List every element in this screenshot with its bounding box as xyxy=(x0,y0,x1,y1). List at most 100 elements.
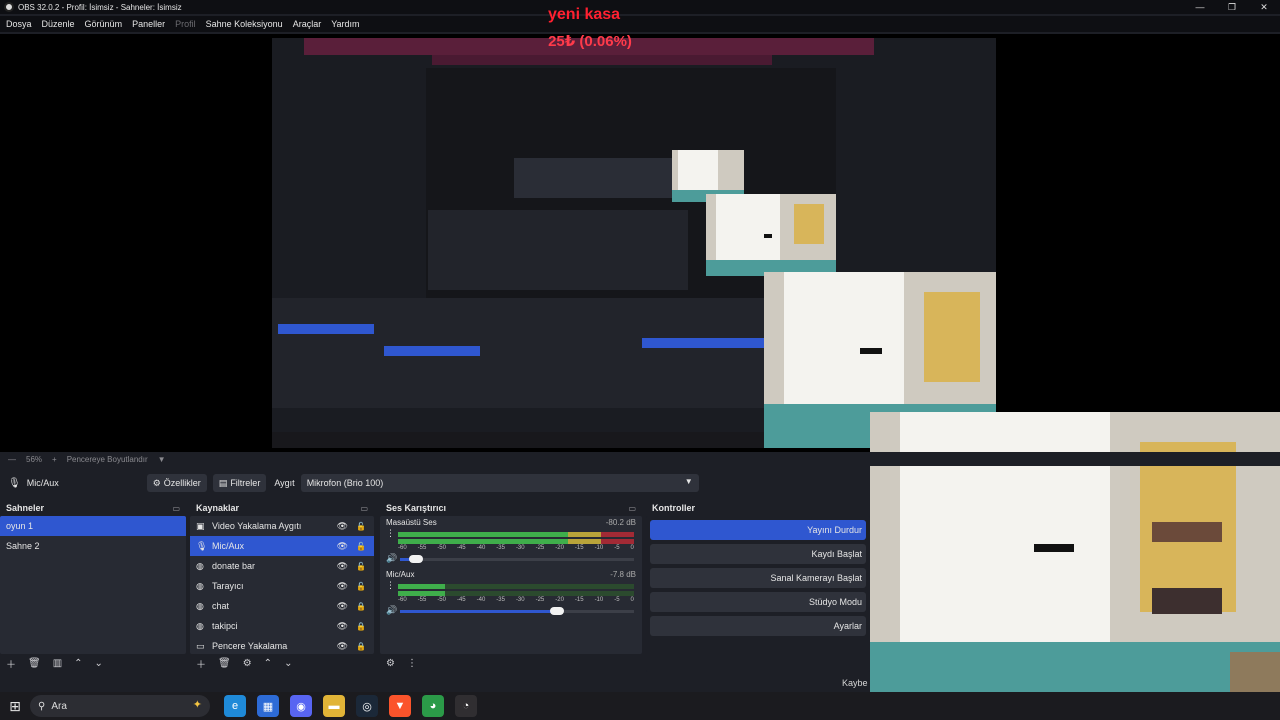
volume-knob[interactable] xyxy=(409,555,424,563)
unlock-icon[interactable]: 🔓 xyxy=(356,522,366,531)
speaker-icon[interactable]: 🔊 xyxy=(386,605,397,616)
settings-button[interactable]: Ayarlar xyxy=(650,616,866,636)
scene-item-oyun-1[interactable]: oyun 1 xyxy=(0,516,186,536)
menu-bar: Dosya Düzenle Görünüm Paneller Profil Sa… xyxy=(0,16,1280,32)
properties-button[interactable]: ⚙ Özellikler xyxy=(146,474,207,492)
menu-araclar[interactable]: Araçlar xyxy=(293,19,322,29)
source-item[interactable]: ◍ chat 👁 🔒 xyxy=(190,596,374,616)
eye-icon[interactable]: 👁 xyxy=(337,641,348,652)
overlay-amount: 25₺ (0.06%) xyxy=(548,33,632,50)
close-icon[interactable]: ✕ xyxy=(1248,0,1280,14)
arrow-up-icon[interactable]: ⌃ xyxy=(74,658,82,669)
menu-dosya[interactable]: Dosya xyxy=(6,19,32,29)
folder-icon[interactable]: ▬ xyxy=(323,695,345,717)
lock-icon[interactable]: 🔒 xyxy=(356,642,366,651)
volume-knob[interactable] xyxy=(549,607,564,615)
speaker-icon[interactable]: 🔊 xyxy=(386,553,397,564)
eye-icon[interactable]: 👁 xyxy=(337,581,348,592)
preview-canvas[interactable]: 25₺ (0.06%) xyxy=(0,33,1280,720)
unlock-icon[interactable]: 🔓 xyxy=(356,562,366,571)
gear-icon[interactable]: ⚙ xyxy=(243,658,252,669)
source-item[interactable]: ▣ Video Yakalama Aygıtı 👁 🔓 xyxy=(190,516,374,536)
scale-tick: -10 xyxy=(594,545,604,551)
dock-options-icon[interactable]: ▭ xyxy=(628,504,636,513)
discord-icon[interactable]: ◉ xyxy=(290,695,312,717)
search-icon: ⚲ xyxy=(38,700,46,712)
start-virtual-camera-button[interactable]: Sanal Kamerayı Başlat xyxy=(650,568,866,588)
studio-mode-button[interactable]: Stüdyo Modu xyxy=(650,592,866,612)
window-controls: — ❐ ✕ xyxy=(1184,0,1280,14)
scene-item-sahne-2[interactable]: Sahne 2 xyxy=(0,536,186,556)
menu-duzenle[interactable]: Düzenle xyxy=(42,19,75,29)
volume-slider[interactable] xyxy=(400,607,634,615)
sources-dock: Kaynaklar ▭ ▣ Video Yakalama Aygıtı 👁 🔓 🎙 Mic… xyxy=(190,500,374,672)
chevron-down-icon[interactable]: ▼ xyxy=(158,455,166,464)
more-options-icon[interactable]: ⋮ xyxy=(386,580,395,591)
arrow-down-icon[interactable]: ⌄ xyxy=(95,658,103,669)
level-meter xyxy=(398,532,634,537)
arrow-up-icon[interactable]: ⌃ xyxy=(264,658,272,669)
status-bar: Kaybe xyxy=(0,674,1280,692)
source-item[interactable]: ◍ Tarayıcı 👁 🔓 xyxy=(190,576,374,596)
unlock-icon[interactable]: 🔓 xyxy=(356,542,366,551)
edge-icon[interactable]: e xyxy=(224,695,246,717)
scale-tick: -25 xyxy=(535,597,545,603)
more-options-icon[interactable]: ⋮ xyxy=(407,658,417,669)
source-item[interactable]: ▭ Pencere Yakalama 👁 🔒 xyxy=(190,636,374,654)
dock-options-icon[interactable]: ▭ xyxy=(360,504,368,513)
eye-icon[interactable]: 👁 xyxy=(337,621,348,632)
source-item[interactable]: 🎙 Mic/Aux 👁 🔓 xyxy=(190,536,374,556)
channel-name: Mic/Aux xyxy=(386,570,415,579)
unlock-icon[interactable]: 🔓 xyxy=(356,582,366,591)
menu-paneller[interactable]: Paneller xyxy=(132,19,165,29)
store-icon[interactable]: ▦ xyxy=(257,695,279,717)
scenes-title: Sahneler xyxy=(6,503,45,513)
audio-mixer-dock: Ses Karıştırıcı ▭ Masaüstü Ses -80.2 dB ⋮… xyxy=(380,500,642,672)
eye-icon[interactable]: 👁 xyxy=(337,601,348,612)
filter-icon[interactable]: ▥ xyxy=(53,658,62,669)
advanced-audio-icon[interactable]: ⚙ xyxy=(386,658,395,669)
menu-yardim[interactable]: Yardım xyxy=(331,19,359,29)
windows-start-icon[interactable]: ⊞ xyxy=(0,698,30,715)
dock-options-icon[interactable]: ▭ xyxy=(172,504,180,513)
taskbar-search[interactable]: ⚲ Ara ✦ xyxy=(30,695,210,717)
trash-icon[interactable]: 🗑 xyxy=(218,658,231,669)
eye-icon[interactable]: 👁 xyxy=(337,521,348,532)
menu-sahne-koleksiyonu[interactable]: Sahne Koleksiyonu xyxy=(206,19,283,29)
source-item[interactable]: ◍ donate bar 👁 🔓 xyxy=(190,556,374,576)
add-icon[interactable]: ＋ xyxy=(6,656,16,671)
add-icon[interactable]: ＋ xyxy=(196,656,206,671)
start-recording-button[interactable]: Kaydı Başlat xyxy=(650,544,866,564)
steam-icon[interactable]: ◎ xyxy=(356,695,378,717)
trash-icon[interactable]: 🗑 xyxy=(28,658,41,669)
filters-button[interactable]: ▤ Filtreler xyxy=(212,474,267,492)
camera-icon: ▣ xyxy=(196,520,205,531)
channel-name: Masaüstü Ses xyxy=(386,518,437,527)
more-options-icon[interactable]: ⋮ xyxy=(386,528,395,539)
maximize-icon[interactable]: ❐ xyxy=(1216,0,1248,14)
zoom-level[interactable]: 56% xyxy=(26,455,42,464)
obs-icon[interactable]: ◔ xyxy=(455,695,477,717)
device-select[interactable]: Mikrofon (Brio 100) ▼ xyxy=(300,474,699,492)
lock-icon[interactable]: 🔒 xyxy=(356,622,366,631)
chrome-icon[interactable]: ◕ xyxy=(422,695,444,717)
plus-icon[interactable]: + xyxy=(52,455,57,464)
volume-slider[interactable] xyxy=(400,555,634,563)
stop-streaming-button[interactable]: Yayını Durdur xyxy=(650,520,866,540)
lock-icon[interactable]: 🔒 xyxy=(356,602,366,611)
scale-tick: -45 xyxy=(456,545,466,551)
fit-window-label[interactable]: Pencereye Boyutlandır xyxy=(67,455,148,464)
sources-list: ▣ Video Yakalama Aygıtı 👁 🔓 🎙 Mic/Aux 👁 🔓 ◍ don… xyxy=(190,516,374,654)
menu-gorunum[interactable]: Görünüm xyxy=(85,19,123,29)
title-bar: OBS 32.0.2 - Profil: İsimsiz - Sahneler:… xyxy=(0,0,1280,14)
eye-icon[interactable]: 👁 xyxy=(337,541,348,552)
scale-tick: -5 xyxy=(614,597,620,603)
arrow-down-icon[interactable]: ⌄ xyxy=(284,658,292,669)
minimize-icon[interactable]: — xyxy=(1184,0,1216,14)
eye-icon[interactable]: 👁 xyxy=(337,561,348,572)
minus-icon[interactable]: — xyxy=(8,455,16,464)
scale-tick: -35 xyxy=(496,545,505,551)
controls-buttons: Yayını Durdur Kaydı Başlat Sanal Kameray… xyxy=(646,516,870,672)
brave-icon[interactable]: ▼ xyxy=(389,695,411,717)
source-item[interactable]: ◍ takipci 👁 🔒 xyxy=(190,616,374,636)
